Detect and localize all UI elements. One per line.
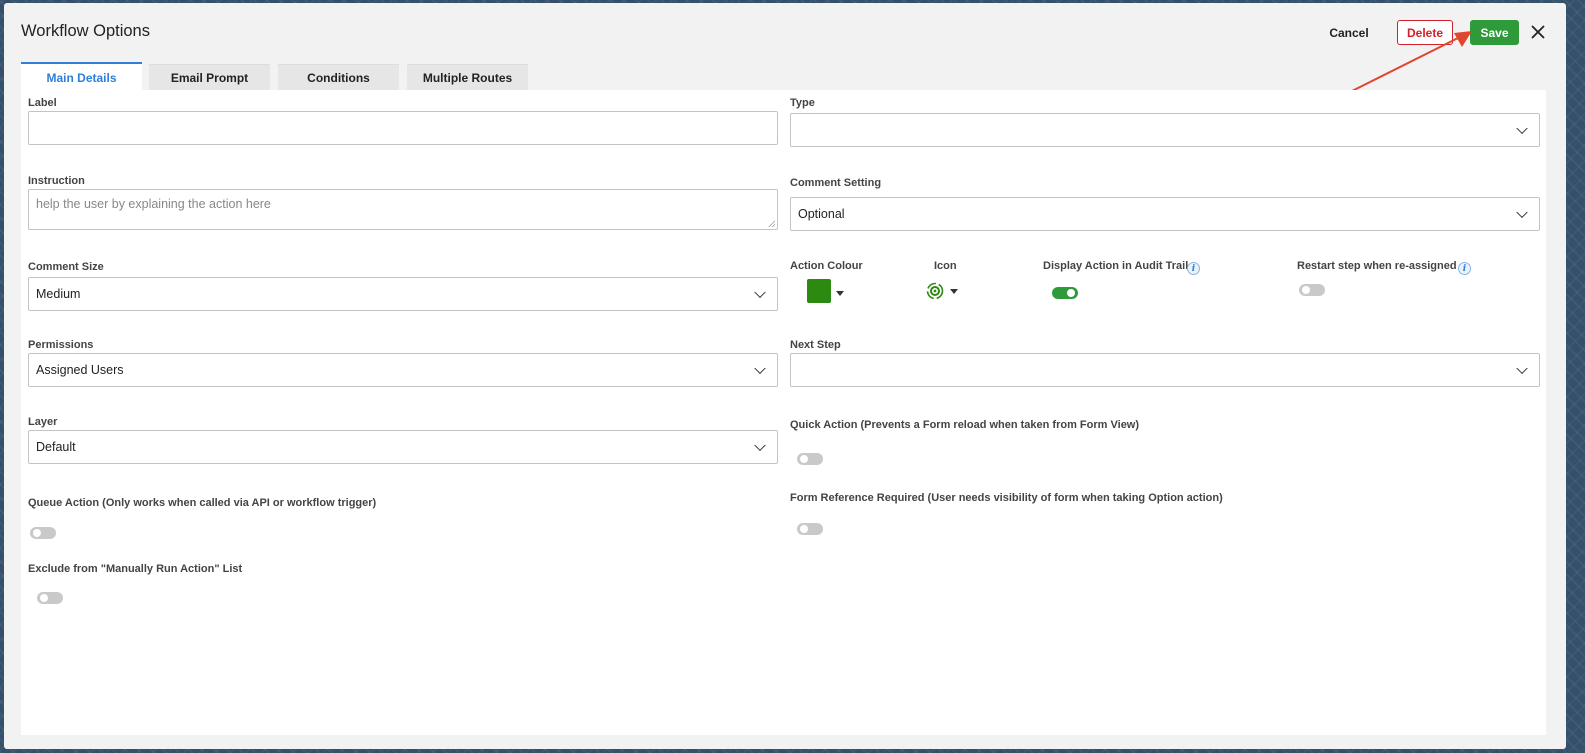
save-button[interactable]: Save [1470,20,1519,45]
caret-down-icon[interactable] [950,289,958,294]
tab-main-details[interactable]: Main Details [21,62,142,92]
next-step-field-label: Next Step [790,339,841,351]
quick-action-toggle[interactable] [797,453,823,465]
permissions-select[interactable]: Assigned Users [28,353,778,387]
comment-size-field-label: Comment Size [28,261,104,273]
main-details-panel: Label Instruction help the user by expla… [21,90,1546,735]
gear-refresh-icon[interactable] [925,281,945,301]
delete-button[interactable]: Delete [1397,20,1453,45]
queue-action-toggle[interactable] [30,527,56,539]
tab-conditions[interactable]: Conditions [278,64,399,91]
action-colour-label: Action Colour [790,260,863,272]
action-colour-swatch[interactable] [807,279,831,303]
quick-action-label: Quick Action (Prevents a Form reload whe… [790,419,1140,431]
exclude-manual-label: Exclude from "Manually Run Action" List [28,563,243,575]
info-icon[interactable]: i [1458,262,1471,275]
comment-size-value: Medium [36,287,81,301]
restart-step-toggle[interactable] [1299,284,1325,296]
icon-field-label: Icon [934,260,957,272]
close-icon[interactable] [1528,21,1548,43]
form-reference-toggle[interactable] [797,523,823,535]
resize-handle-icon[interactable] [768,220,775,227]
comment-setting-select[interactable]: Optional [790,197,1540,231]
label-input[interactable] [28,111,778,145]
comment-setting-value: Optional [798,207,845,221]
instruction-placeholder: help the user by explaining the action h… [36,197,271,211]
permissions-field-label: Permissions [28,339,94,351]
chevron-down-icon [754,286,766,299]
permissions-value: Assigned Users [36,363,124,377]
comment-size-select[interactable]: Medium [28,277,778,311]
cancel-button[interactable]: Cancel [1320,20,1378,45]
tab-email-prompt[interactable]: Email Prompt [149,64,270,91]
form-reference-label: Form Reference Required (User needs visi… [790,492,1223,504]
chevron-down-icon [1516,362,1528,375]
layer-value: Default [36,440,76,454]
tab-multiple-routes[interactable]: Multiple Routes [407,64,528,91]
chevron-down-icon [754,439,766,452]
caret-down-icon[interactable] [836,291,844,296]
workflow-options-dialog: Workflow Options Cancel Delete Save Main… [4,3,1566,749]
layer-select[interactable]: Default [28,430,778,464]
type-select[interactable] [790,113,1540,147]
type-field-label: Type [790,97,815,109]
instruction-textarea[interactable]: help the user by explaining the action h… [28,189,778,230]
queue-action-label: Queue Action (Only works when called via… [28,497,377,509]
next-step-select[interactable] [790,353,1540,387]
chevron-down-icon [754,362,766,375]
dialog-title: Workflow Options [21,22,150,40]
comment-setting-field-label: Comment Setting [790,177,882,189]
dialog-header: Workflow Options Cancel Delete Save [4,3,1566,110]
info-icon[interactable]: i [1187,262,1200,275]
chevron-down-icon [1516,206,1528,219]
layer-field-label: Layer [28,416,58,428]
label-field-label: Label [28,97,57,109]
exclude-manual-toggle[interactable] [37,592,63,604]
display-audit-label: Display Action in Audit Trail [1043,260,1189,272]
instruction-field-label: Instruction [28,175,85,187]
restart-step-label: Restart step when re-assigned [1297,260,1457,272]
display-audit-toggle[interactable] [1052,287,1078,299]
chevron-down-icon [1516,122,1528,135]
